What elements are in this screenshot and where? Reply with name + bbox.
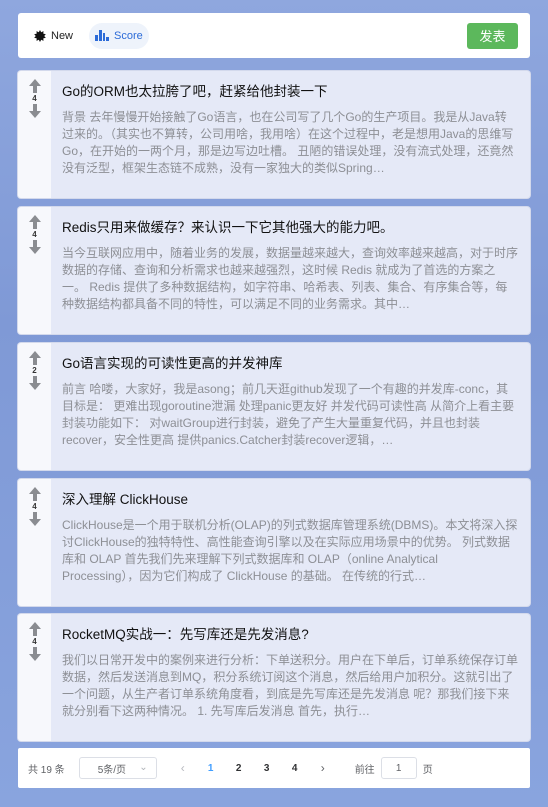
downvote-arrow-icon[interactable] <box>28 376 41 390</box>
page-number[interactable]: 2 <box>225 763 253 774</box>
post-excerpt: 背景 去年慢慢开始接触了Go语言，也在公司写了几个Go的生产项目。我是从Java… <box>62 110 514 175</box>
upvote-arrow-icon[interactable] <box>28 351 41 365</box>
post-excerpt: 我们以日常开发中的案例来进行分析：下单送积分。用户在下单后，订单系统保存订单数据… <box>62 653 518 718</box>
post-title[interactable]: Go语言实现的可读性更高的并发神库 <box>62 355 518 373</box>
goto-label: 前往 <box>354 764 375 776</box>
vote-panel: 4 <box>18 71 51 198</box>
downvote-arrow-icon[interactable] <box>28 240 41 254</box>
downvote-arrow-icon[interactable] <box>28 104 41 118</box>
total-count: 共 19 条 <box>28 764 65 776</box>
vote-panel: 2 <box>18 343 51 470</box>
new-badge-icon <box>34 29 46 42</box>
goto-page: 前往 页 <box>355 757 433 779</box>
post-card[interactable]: 4 深入理解 ClickHouse ClickHouse是一个用于联机分析(OL… <box>18 479 530 606</box>
post-title[interactable]: Redis只用来做缓存？来认识一下它其他强大的能力吧。 <box>62 219 518 237</box>
vote-panel: 4 <box>18 479 51 606</box>
post-card[interactable]: 4 Redis只用来做缓存？来认识一下它其他强大的能力吧。 当今互联网应用中，随… <box>18 207 530 334</box>
sort-new-button[interactable]: New <box>28 23 79 49</box>
post-excerpt: ClickHouse是一个用于联机分析(OLAP)的列式数据库管理系统(DBMS… <box>62 518 518 583</box>
publish-button[interactable]: 发表 <box>467 22 518 49</box>
sort-new-label: New <box>51 29 74 42</box>
upvote-arrow-icon[interactable] <box>28 487 41 501</box>
post-excerpt: 当今互联网应用中，随着业务的发展，数据量越来越大，查询效率越来越高，对于时序数据… <box>62 246 518 311</box>
vote-panel: 4 <box>18 614 51 741</box>
post-card[interactable]: 4 RocketMQ实战一：先写库还是先发消息? 我们以日常开发中的案例来进行分… <box>18 614 530 741</box>
goto-suffix: 页 <box>422 764 433 776</box>
page-number[interactable]: 1 <box>197 763 225 774</box>
post-card[interactable]: 2 Go语言实现的可读性更高的并发神库 前言 哈喽，大家好，我是asong；前几… <box>18 343 530 470</box>
downvote-arrow-icon[interactable] <box>28 512 41 526</box>
post-title[interactable]: 深入理解 ClickHouse <box>62 491 518 509</box>
post-score: 4 <box>32 502 37 511</box>
sort-score-button[interactable]: Score <box>89 22 149 49</box>
chevron-down-icon: ⌄ <box>139 762 148 773</box>
page-size-value: 5条/页 <box>97 764 127 776</box>
post-title[interactable]: RocketMQ实战一：先写库还是先发消息? <box>62 626 518 644</box>
bar-chart-icon <box>95 30 110 41</box>
page-number[interactable]: 3 <box>253 763 281 774</box>
post-title[interactable]: Go的ORM也太拉胯了吧，赶紧给他封装一下 <box>62 83 518 101</box>
sort-toolbar: New Score 发表 <box>18 13 530 58</box>
post-excerpt: 前言 哈喽，大家好，我是asong；前几天逛github发现了一个有趣的并发库-… <box>62 382 515 447</box>
post-score: 4 <box>32 94 37 103</box>
post-score: 2 <box>32 366 37 375</box>
page-size-select[interactable]: 5条/页 ⌄ <box>78 757 157 779</box>
prev-page-button[interactable]: ‹ <box>169 761 197 775</box>
post-card[interactable]: 4 Go的ORM也太拉胯了吧，赶紧给他封装一下 背景 去年慢慢开始接触了Go语言… <box>18 71 530 198</box>
vote-panel: 4 <box>18 207 51 334</box>
page-number[interactable]: 4 <box>281 763 309 774</box>
upvote-arrow-icon[interactable] <box>28 622 41 636</box>
pagination: 共 19 条 5条/页 ⌄ ‹ 1 2 3 4 › 前往 页 <box>18 748 530 788</box>
sort-score-label: Score <box>114 29 143 42</box>
post-score: 4 <box>32 637 37 646</box>
next-page-button[interactable]: › <box>309 761 337 775</box>
downvote-arrow-icon[interactable] <box>28 647 41 661</box>
post-score: 4 <box>32 230 37 239</box>
goto-page-input[interactable] <box>380 757 417 779</box>
upvote-arrow-icon[interactable] <box>28 215 41 229</box>
upvote-arrow-icon[interactable] <box>28 79 41 93</box>
